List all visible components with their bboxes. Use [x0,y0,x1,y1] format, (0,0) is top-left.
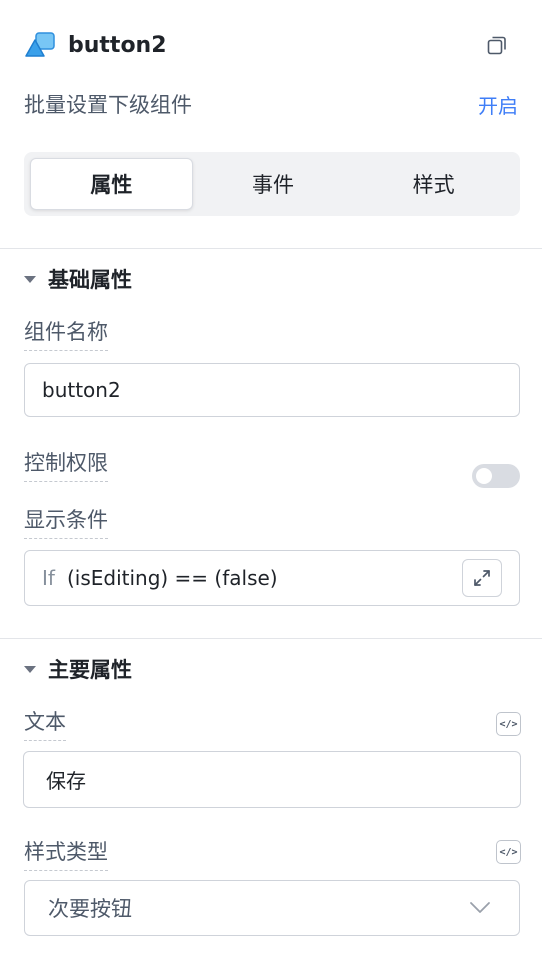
style-type-value: 次要按钮 [48,897,132,921]
panel-header: button2 [24,28,518,62]
divider [0,638,542,639]
batch-setting-label: 批量设置下级组件 [24,93,192,117]
display-condition-label: 显示条件 [24,506,108,539]
section-basic-title: 基础属性 [48,268,132,292]
toggle-knob [476,468,492,484]
button-text-input[interactable]: 保存 [23,751,521,808]
section-basic-header[interactable]: 基础属性 [24,264,132,294]
tab-properties[interactable]: 属性 [30,158,193,210]
button-text-value: 保存 [46,769,86,793]
section-main-title: 主要属性 [48,658,132,682]
chevron-down-icon [470,902,490,913]
text-label: 文本 [24,708,66,741]
component-icon [24,30,58,60]
component-title: button2 [68,32,167,58]
expand-icon[interactable] [462,559,502,597]
caret-down-icon [24,275,36,283]
condition-expression: (isEditing) == (false) [66,566,278,590]
component-name-label: 组件名称 [24,318,108,351]
tab-styles[interactable]: 样式 [353,158,514,210]
permission-label: 控制权限 [24,449,108,482]
component-name-input[interactable]: button2 [24,363,520,417]
caret-down-icon [24,665,36,673]
style-type-select[interactable]: 次要按钮 [24,880,520,936]
component-name-value: button2 [42,378,121,402]
copy-icon[interactable] [486,34,508,56]
permission-toggle[interactable] [472,464,520,488]
batch-setting-row: 批量设置下级组件 开启 [24,88,518,120]
code-icon[interactable]: </> [496,712,521,736]
property-panel: button2 批量设置下级组件 开启 属性 事件 样式 基础属性 组件名称 b… [0,0,542,962]
divider [0,248,542,249]
panel-tabs: 属性 事件 样式 [24,152,520,216]
display-condition-box[interactable]: If (isEditing) == (false) [24,550,520,606]
style-type-label: 样式类型 [24,838,108,871]
condition-if-keyword: If [42,566,55,590]
tab-events[interactable]: 事件 [193,158,354,210]
section-main-header[interactable]: 主要属性 [24,654,132,684]
batch-enable-link[interactable]: 开启 [478,90,518,119]
code-icon[interactable]: </> [496,840,521,864]
